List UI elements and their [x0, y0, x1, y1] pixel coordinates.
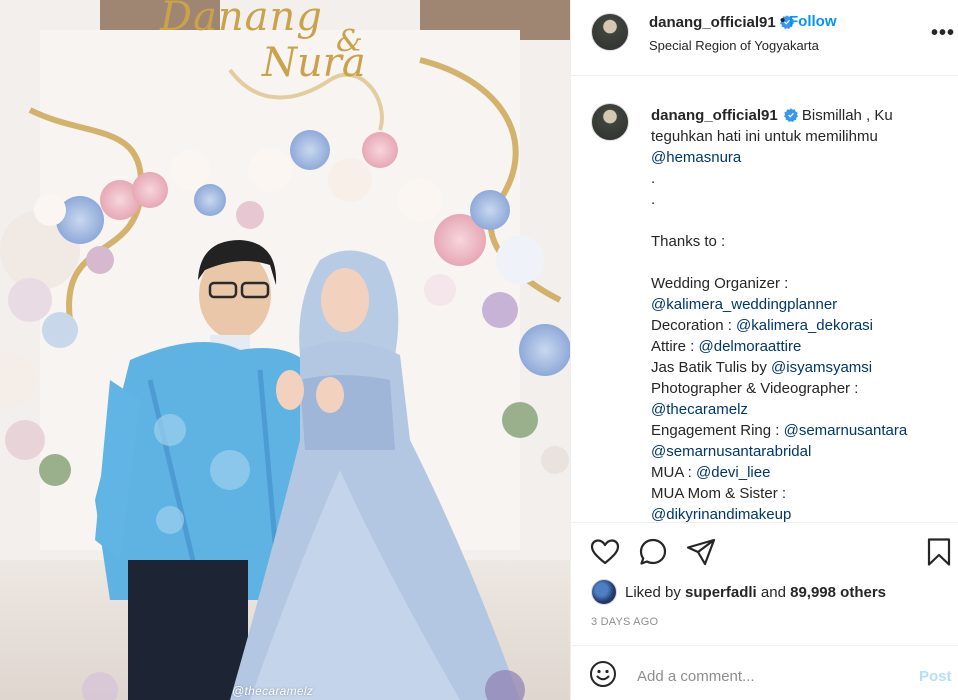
- credit-line: @semarnusantarabridal: [651, 443, 812, 460]
- credit-line: Attire : @delmoraattire: [651, 338, 802, 355]
- caption-dot-1: .: [651, 170, 656, 187]
- bookmark-icon[interactable]: [923, 536, 955, 568]
- liker-username[interactable]: superfadli: [685, 584, 757, 601]
- caption-author-avatar[interactable]: [591, 103, 629, 141]
- credit-line: Photographer & Videographer :: [651, 380, 859, 397]
- likes-prefix: Liked by: [625, 583, 681, 601]
- caption-dot-2: .: [651, 191, 656, 208]
- caption-thanks: Thanks to :: [651, 233, 726, 250]
- credit-line: @dikyrinandimakeup: [651, 506, 792, 523]
- author-username[interactable]: danang_official91: [649, 14, 794, 31]
- post-location[interactable]: Special Region of Yogyakarta: [649, 38, 819, 53]
- likes-others[interactable]: 89,998 others: [790, 584, 886, 601]
- author-avatar[interactable]: [591, 13, 629, 51]
- likes-summary: Liked by superfadli and 89,998 others: [591, 578, 886, 606]
- action-bar: [571, 528, 958, 576]
- post-comment-button[interactable]: Post: [919, 668, 952, 685]
- comments-area[interactable]: danang_official91 Bismillah , Ku teguhka…: [571, 77, 958, 523]
- follow-button[interactable]: Follow: [789, 13, 837, 30]
- post-photo[interactable]: Danang & Nura @thecaramelz: [0, 0, 570, 700]
- separator-dot: •: [780, 12, 786, 29]
- credit-line: Jas Batik Tulis by @isyamsyamsi: [651, 359, 873, 376]
- caption-blank: [651, 252, 943, 273]
- post-sidebar: danang_official91 • Follow Special Regio…: [570, 0, 958, 700]
- credit-line: Decoration : @kalimera_dekorasi: [651, 317, 873, 334]
- photo-logo-line1: Danang: [160, 0, 323, 40]
- caption-line-1: Bismillah , Ku: [801, 107, 893, 124]
- liker-avatar[interactable]: [591, 579, 617, 605]
- comment-input[interactable]: Add a comment...: [637, 668, 755, 685]
- verified-badge-icon: [783, 108, 798, 122]
- post-caption: danang_official91 Bismillah , Ku teguhka…: [651, 105, 943, 523]
- paper-plane-icon[interactable]: [685, 536, 717, 568]
- credit-line: @thecaramelz: [651, 401, 748, 418]
- post-timestamp[interactable]: 3 DAYS AGO: [591, 616, 658, 628]
- comment-composer: Add a comment... Post: [571, 645, 958, 700]
- post-header: danang_official91 • Follow Special Regio…: [571, 0, 958, 76]
- caption-username[interactable]: danang_official91: [651, 107, 778, 124]
- caption-mention-main[interactable]: @hemasnura: [651, 147, 943, 168]
- comment-icon[interactable]: [637, 536, 669, 568]
- emoji-icon[interactable]: [589, 660, 617, 688]
- caption-blank: [651, 210, 943, 231]
- credit-line: @kalimera_weddingplanner: [651, 296, 838, 313]
- photo-logo-line2: Nura: [262, 40, 366, 86]
- credit-line: MUA : @devi_liee: [651, 464, 771, 481]
- credit-line: MUA Mom & Sister :: [651, 485, 787, 502]
- likes-middle: and: [756, 583, 791, 601]
- instagram-post-modal: Danang & Nura @thecaramelz danang_offici…: [0, 0, 958, 700]
- photo-watermark: @thecaramelz: [232, 684, 314, 698]
- credit-line: Wedding Organizer :: [651, 275, 789, 292]
- caption-line-2: teguhkan hati ini untuk memilihmu: [651, 128, 878, 145]
- more-options-icon[interactable]: •••: [931, 22, 955, 45]
- photo-scene: [0, 0, 570, 700]
- heart-icon[interactable]: [589, 536, 621, 568]
- credit-line: Engagement Ring : @semarnusantara: [651, 422, 908, 439]
